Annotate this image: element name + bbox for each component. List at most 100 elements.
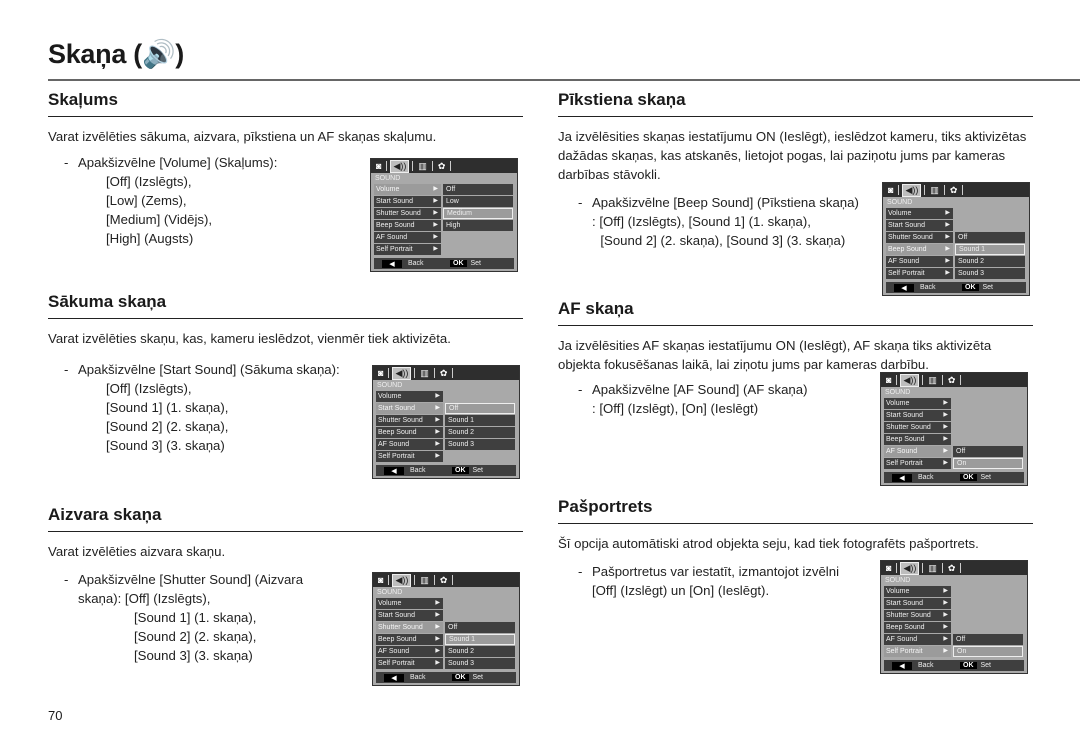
lcd-menu-item[interactable]: AF Sound ▶ <box>376 646 443 657</box>
lcd-menu-item[interactable]: Start Sound ▶ <box>374 196 441 207</box>
display-icon[interactable]: ▥ <box>418 575 431 586</box>
lcd-option[interactable]: Sound 2 <box>445 427 515 438</box>
lcd-option[interactable]: Sound 3 <box>955 268 1025 279</box>
lcd-footer: ◀ Back OK Set <box>376 465 516 476</box>
arrow-right-icon: ▶ <box>435 429 440 435</box>
camera-icon[interactable]: ◙ <box>886 185 895 196</box>
lcd-option[interactable]: Sound 1 <box>445 634 515 645</box>
lcd-menu-item[interactable]: Beep Sound ▶ <box>374 220 441 231</box>
settings-icon[interactable]: ✿ <box>436 161 448 172</box>
lcd-menu-item[interactable]: Volume ▶ <box>376 598 443 609</box>
back-arrow-icon[interactable]: ◀ <box>384 673 404 682</box>
lcd-menu-item[interactable]: Shutter Sound ▶ <box>374 208 441 219</box>
lcd-menu-item[interactable]: Shutter Sound ▶ <box>884 610 951 621</box>
lcd-option[interactable]: High <box>443 220 513 231</box>
lcd-menu-item[interactable]: Shutter Sound ▶ <box>376 415 443 426</box>
settings-icon[interactable]: ✿ <box>438 368 450 379</box>
section-description: Varat izvēlēties skaņu, kas, kameru iesl… <box>48 331 451 346</box>
lcd-option[interactable]: Sound 2 <box>955 256 1025 267</box>
lcd-menu-item[interactable]: Beep Sound ▶ <box>886 244 953 255</box>
ok-key[interactable]: OK <box>962 284 979 291</box>
tab-separator <box>452 368 454 378</box>
lcd-menu-item[interactable]: Self Portrait ▶ <box>374 244 441 255</box>
sound-icon[interactable]: ◀)) <box>902 183 922 197</box>
back-arrow-icon[interactable]: ◀ <box>382 259 402 268</box>
lcd-menu-item[interactable]: AF Sound ▶ <box>374 232 441 243</box>
sound-icon[interactable]: ◀)) <box>390 159 410 173</box>
camera-icon[interactable]: ◙ <box>376 368 385 379</box>
lcd-option[interactable]: Medium <box>443 208 513 219</box>
camera-icon[interactable]: ◙ <box>376 575 385 586</box>
sound-icon[interactable]: ◀)) <box>392 573 412 587</box>
display-icon[interactable]: ▥ <box>926 375 939 386</box>
lcd-menu-item[interactable]: AF Sound ▶ <box>886 256 953 267</box>
settings-icon[interactable]: ✿ <box>946 563 958 574</box>
sound-icon[interactable]: ◀)) <box>900 561 920 575</box>
lcd-menu-item[interactable]: AF Sound ▶ <box>376 439 443 450</box>
lcd-option[interactable]: On <box>953 458 1023 469</box>
lcd-option[interactable]: Off <box>955 232 1025 243</box>
tab-separator <box>414 368 416 378</box>
lcd-menu-item[interactable]: Self Portrait ▶ <box>376 658 443 669</box>
lcd-option[interactable]: Low <box>443 196 513 207</box>
lcd-menu-item[interactable]: AF Sound ▶ <box>884 446 951 457</box>
back-arrow-icon[interactable]: ◀ <box>384 466 404 475</box>
lcd-menu-item[interactable]: Self Portrait ▶ <box>884 646 951 657</box>
ok-key[interactable]: OK <box>960 474 977 481</box>
lcd-menu-item[interactable]: Volume ▶ <box>884 398 951 409</box>
settings-icon[interactable]: ✿ <box>946 375 958 386</box>
lcd-menu-item[interactable]: Start Sound ▶ <box>884 410 951 421</box>
lcd-menu-item[interactable]: Volume ▶ <box>374 184 441 195</box>
lcd-option[interactable]: Sound 3 <box>445 439 515 450</box>
lcd-option[interactable]: Sound 1 <box>955 244 1025 255</box>
lcd-menu-item[interactable]: Volume ▶ <box>884 586 951 597</box>
display-icon[interactable]: ▥ <box>928 185 941 196</box>
lcd-menu-item[interactable]: Volume ▶ <box>886 208 953 219</box>
camera-icon[interactable]: ◙ <box>884 375 893 386</box>
lcd-option[interactable]: On <box>953 646 1023 657</box>
lcd-menu-item[interactable]: Self Portrait ▶ <box>884 458 951 469</box>
lcd-menu-item[interactable]: Volume ▶ <box>376 391 443 402</box>
lcd-menu-item[interactable]: AF Sound ▶ <box>884 634 951 645</box>
back-arrow-icon[interactable]: ◀ <box>894 283 914 292</box>
lcd-menu-item[interactable]: Shutter Sound ▶ <box>884 422 951 433</box>
lcd-menu-item[interactable]: Start Sound ▶ <box>376 610 443 621</box>
display-icon[interactable]: ▥ <box>416 161 429 172</box>
lcd-option[interactable]: Sound 2 <box>445 646 515 657</box>
lcd-option[interactable]: Sound 3 <box>445 658 515 669</box>
lcd-option[interactable]: Off <box>953 634 1023 645</box>
lcd-menu-item[interactable]: Start Sound ▶ <box>884 598 951 609</box>
lcd-menu-item[interactable]: Beep Sound ▶ <box>376 634 443 645</box>
lcd-menu-item[interactable]: Self Portrait ▶ <box>376 451 443 462</box>
lcd-menu-item[interactable]: Beep Sound ▶ <box>884 434 951 445</box>
display-icon[interactable]: ▥ <box>926 563 939 574</box>
lcd-menu-item[interactable]: Self Portrait ▶ <box>886 268 953 279</box>
lcd-menu-row: AF Sound ▶ Sound 2 <box>373 646 519 657</box>
ok-key[interactable]: OK <box>960 662 977 669</box>
lcd-menu-item[interactable]: Start Sound ▶ <box>886 220 953 231</box>
lcd-menu-item[interactable]: Shutter Sound ▶ <box>376 622 443 633</box>
lcd-menu-row: AF Sound ▶ Off <box>881 634 1027 645</box>
display-icon[interactable]: ▥ <box>418 368 431 379</box>
camera-icon[interactable]: ◙ <box>884 563 893 574</box>
settings-icon[interactable]: ✿ <box>948 185 960 196</box>
back-arrow-icon[interactable]: ◀ <box>892 473 912 482</box>
lcd-option[interactable]: Off <box>443 184 513 195</box>
ok-key[interactable]: OK <box>452 467 469 474</box>
lcd-menu-item[interactable]: Shutter Sound ▶ <box>886 232 953 243</box>
lcd-option[interactable]: Off <box>953 446 1023 457</box>
camera-icon[interactable]: ◙ <box>374 161 383 172</box>
settings-icon[interactable]: ✿ <box>438 575 450 586</box>
lcd-option[interactable]: Off <box>445 622 515 633</box>
ok-key[interactable]: OK <box>450 260 467 267</box>
lcd-menu-item[interactable]: Beep Sound ▶ <box>884 622 951 633</box>
back-arrow-icon[interactable]: ◀ <box>892 661 912 670</box>
section-description: Varat izvēlēties sākuma, aizvara, pīksti… <box>48 129 437 144</box>
lcd-menu-item[interactable]: Beep Sound ▶ <box>376 427 443 438</box>
lcd-option[interactable]: Sound 1 <box>445 415 515 426</box>
lcd-menu-item[interactable]: Start Sound ▶ <box>376 403 443 414</box>
sound-icon[interactable]: ◀)) <box>900 373 920 387</box>
sound-icon[interactable]: ◀)) <box>392 366 412 380</box>
lcd-option[interactable]: Off <box>445 403 515 414</box>
ok-key[interactable]: OK <box>452 674 469 681</box>
